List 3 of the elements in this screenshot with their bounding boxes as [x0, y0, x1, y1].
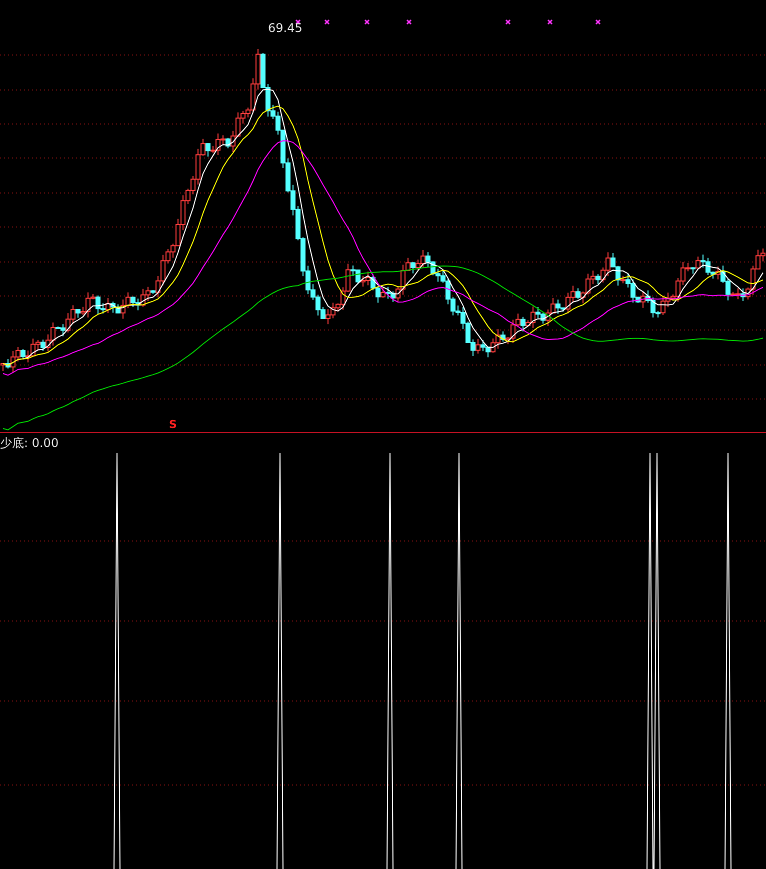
signal-mark: S — [169, 418, 177, 431]
price-high-label: 69.45 — [268, 21, 302, 35]
indicator-label: 少底: 0.00 — [0, 435, 59, 452]
